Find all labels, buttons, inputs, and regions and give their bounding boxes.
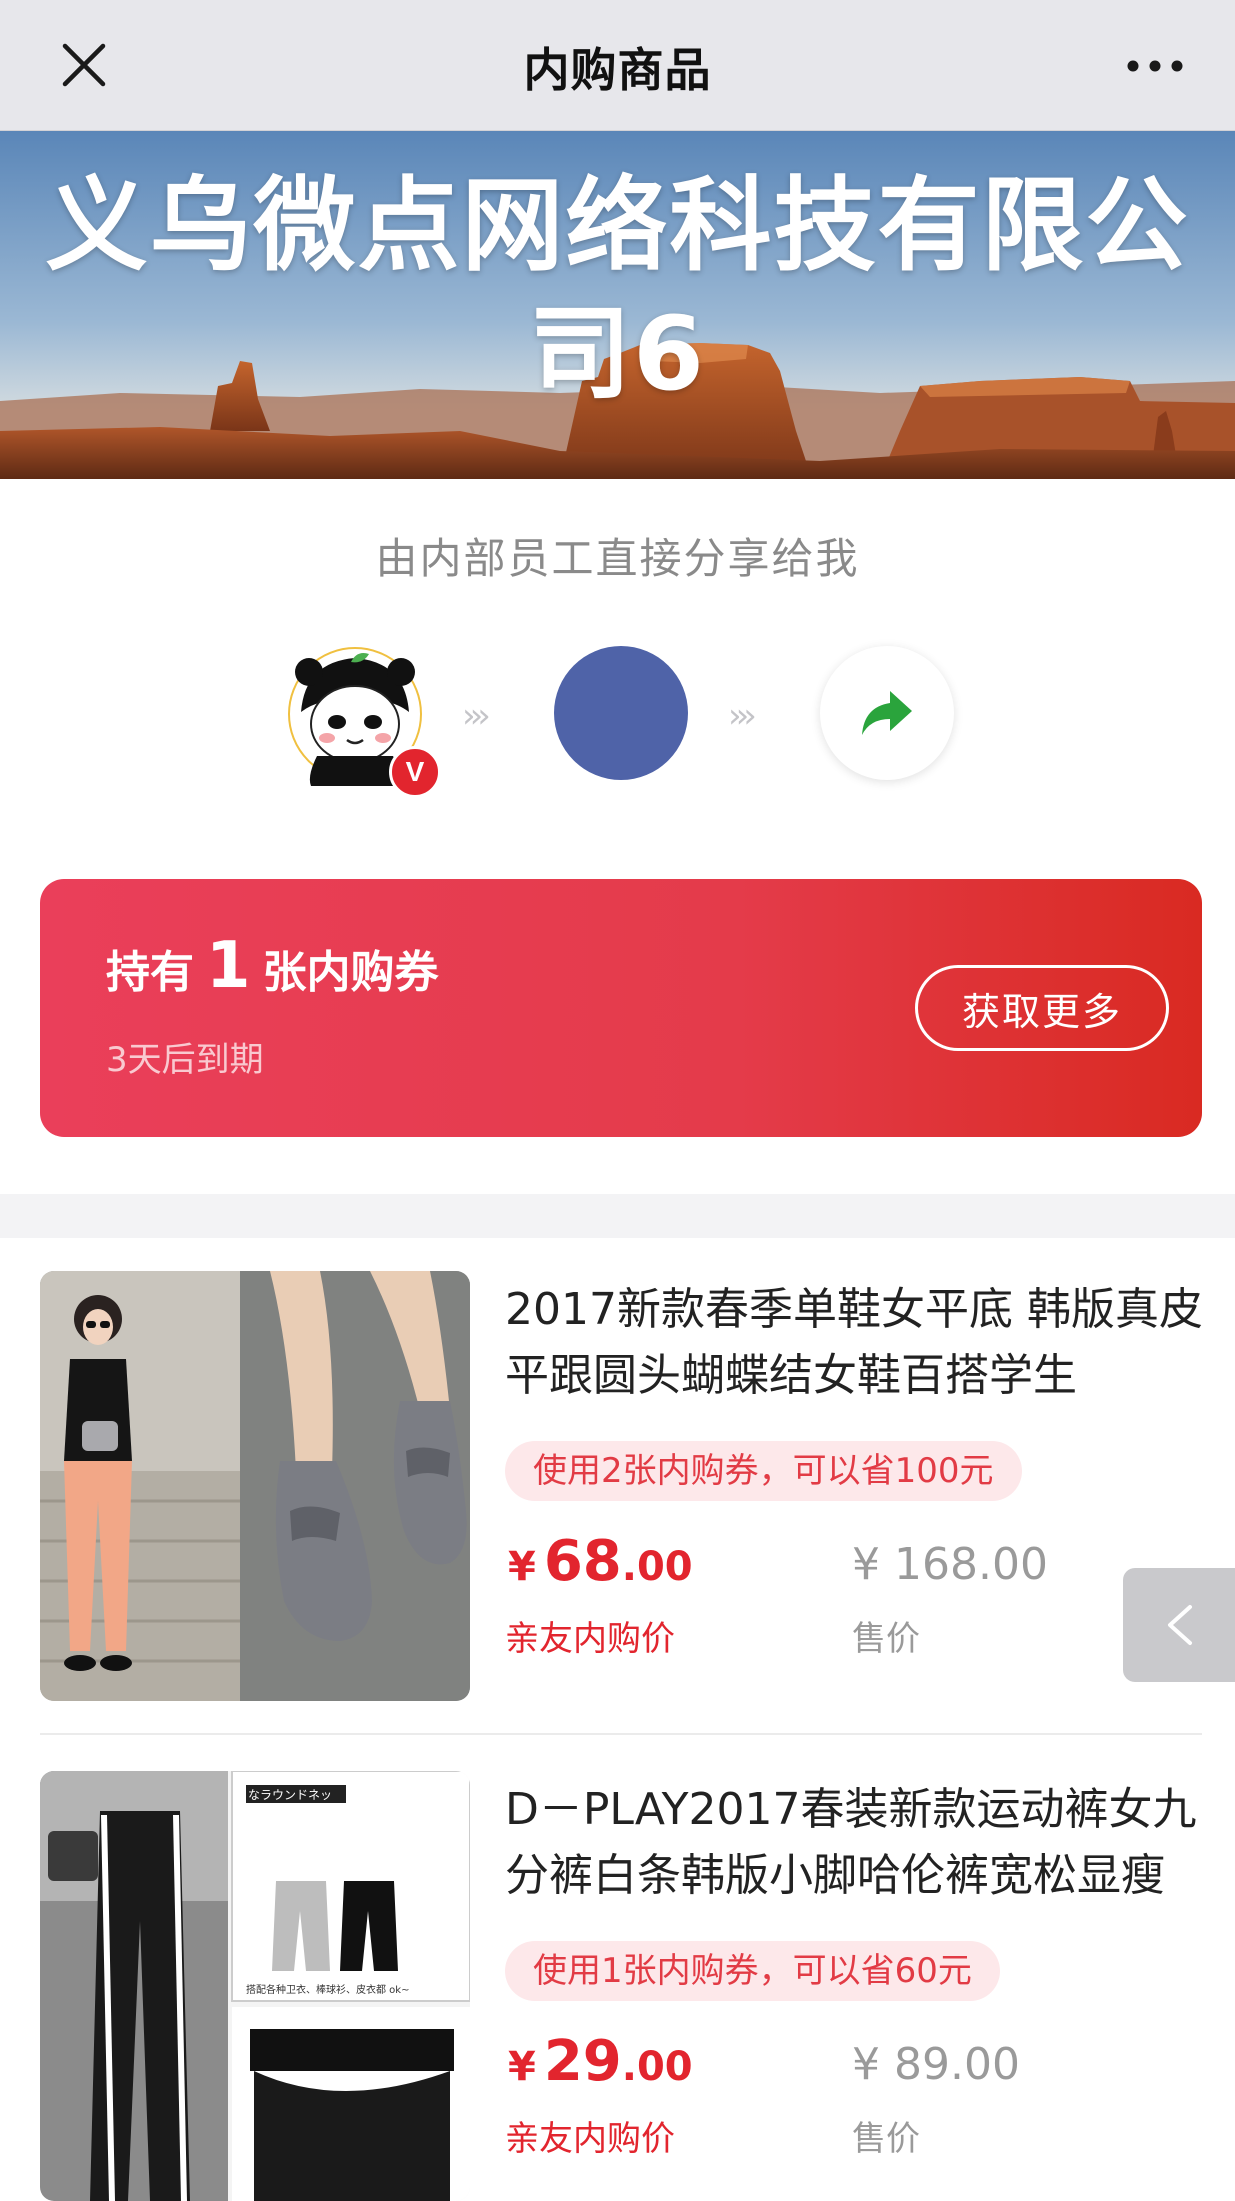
coupon-count-text: 持有 1 张内购券 (106, 929, 439, 1003)
coupon-suffix: 张内购券 (262, 947, 439, 998)
chain-arrow-1: ››› (462, 696, 491, 736)
price-integer: 29 (543, 2029, 622, 2094)
coupon-card: 持有 1 张内购券 3天后到期 获取更多 (40, 879, 1202, 1137)
shop-name-title: 义乌微点网络科技有限公司6 (45, 167, 1190, 414)
share-source-text: 由内部员工直接分享给我 (375, 534, 860, 583)
original-price: ¥ 89.00 (852, 2039, 1020, 2090)
page-title: 内购商品 (523, 43, 712, 97)
share-button[interactable] (820, 646, 954, 780)
shoes-product-image (40, 1271, 470, 1701)
product-title[interactable]: D－PLAY2017春装新款运动裤女九分裤白条韩版小脚哈伦裤宽松显瘦 (505, 1777, 1205, 1909)
original-price-label: 售价 (852, 1619, 920, 1659)
price-decimal: .00 (621, 1544, 693, 1590)
price-integer: 68 (543, 1529, 622, 1594)
chain-arrow-2: ››› (728, 696, 757, 736)
get-more-coupons-button[interactable]: 获取更多 (915, 965, 1169, 1051)
product-image-caption-1: なラウンドネッ (248, 1788, 332, 1802)
product-image-caption-2: 搭配各种卫衣、棒球衫、皮衣都 ok~ (246, 1983, 409, 1996)
price-currency: ¥ (508, 1544, 536, 1590)
coupon-count: 1 (206, 929, 251, 1003)
recipient-avatar[interactable] (554, 646, 688, 780)
insider-price: ¥29.00 (508, 2029, 693, 2094)
product-divider (40, 1733, 1202, 1735)
more-icon[interactable] (1115, 44, 1195, 88)
original-price-label: 售价 (852, 2119, 920, 2159)
price-decimal: .00 (621, 2044, 693, 2090)
insider-price-label: 亲友内购价 (505, 2119, 675, 2159)
verified-badge-letter: V (405, 756, 425, 787)
top-nav-bar: 内购商品 (0, 0, 1235, 131)
original-price: ¥ 168.00 (852, 1539, 1048, 1590)
product-image[interactable] (40, 1271, 470, 1701)
verified-badge: V (389, 746, 441, 798)
coupon-saving-tag: 使用1张内购券，可以省60元 (505, 1941, 1000, 2001)
coupon-saving-tag: 使用2张内购券，可以省100元 (505, 1441, 1022, 1501)
price-currency: ¥ (508, 2044, 536, 2090)
side-collapse-tab[interactable] (1123, 1568, 1235, 1682)
insider-price-label: 亲友内购价 (505, 1619, 675, 1659)
insider-price: ¥68.00 (508, 1529, 693, 1594)
product-image[interactable]: なラウンドネッ 搭配各种卫衣、棒球衫、皮衣都 ok~ (40, 1771, 470, 2201)
chevron-left-icon (1168, 1605, 1192, 1645)
shop-banner: 义乌微点网络科技有限公司6 (0, 131, 1235, 479)
coupon-expiry: 3天后到期 (106, 1040, 264, 1080)
share-arrow-icon (862, 691, 912, 735)
section-divider (0, 1194, 1235, 1238)
pants-product-image: なラウンドネッ 搭配各种卫衣、棒球衫、皮衣都 ok~ (40, 1771, 470, 2201)
coupon-prefix: 持有 (106, 947, 194, 998)
product-title[interactable]: 2017新款春季单鞋女平底 韩版真皮平跟圆头蝴蝶结女鞋百搭学生 (505, 1277, 1205, 1409)
sharer-avatar[interactable]: V (287, 646, 441, 798)
